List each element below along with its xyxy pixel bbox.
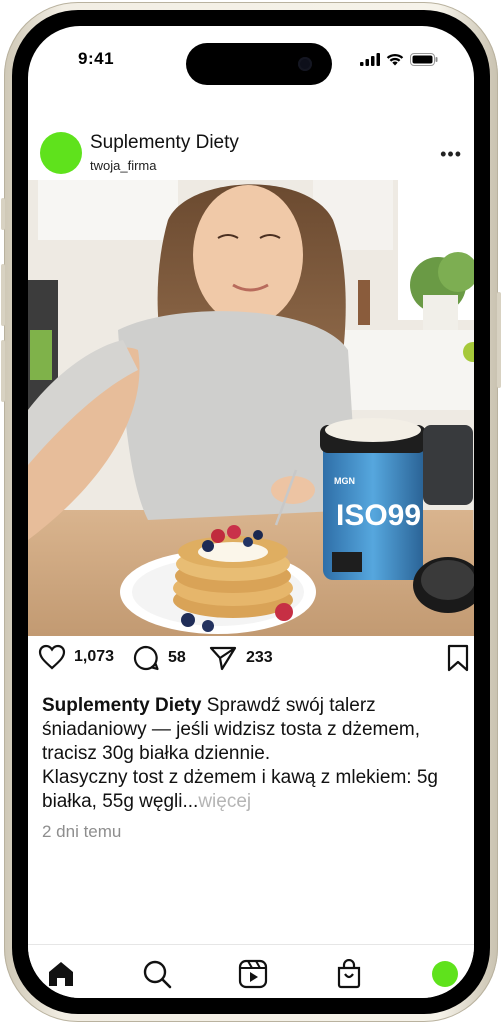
bookmark-icon [447, 644, 469, 672]
battery-icon [410, 53, 438, 66]
home-icon [49, 962, 73, 986]
post-actions: 1,073 58 233 [28, 644, 474, 680]
tab-reels[interactable] [236, 957, 270, 991]
caption-author[interactable]: Suplementy Diety [42, 695, 201, 716]
phone-frame: 9:41 Suplementy Diety twoja_firma ••• MG… [1, 2, 501, 1022]
send-icon [209, 646, 237, 671]
power-button [497, 292, 501, 388]
more-link[interactable]: więcej [198, 791, 251, 812]
dynamic-island [186, 43, 332, 85]
tab-bar [28, 944, 474, 998]
comment-icon [133, 645, 159, 671]
comment-action[interactable]: 58 [132, 644, 186, 672]
post-image[interactable]: MGN ISO99 [28, 180, 474, 636]
tab-home[interactable] [44, 957, 78, 991]
product-label-text: ISO99 [336, 499, 421, 532]
wifi-icon [386, 53, 404, 66]
more-horizontal-icon[interactable]: ••• [440, 144, 462, 165]
account-avatar[interactable] [40, 132, 82, 174]
screen: 9:41 Suplementy Diety twoja_firma ••• MG… [28, 26, 474, 998]
comment-count: 58 [168, 649, 186, 666]
post-caption: Suplementy Diety Sprawdź swój talerz śni… [42, 694, 474, 814]
heart-icon [38, 644, 66, 670]
action-button [1, 198, 5, 230]
post-timestamp: 2 dni temu [42, 822, 122, 841]
tab-shop[interactable] [332, 957, 366, 991]
save-action[interactable] [446, 644, 470, 672]
share-action[interactable]: 233 [208, 644, 273, 672]
volume-up-button [1, 264, 5, 326]
profile-avatar [432, 961, 458, 987]
bezel: 9:41 Suplementy Diety twoja_firma ••• MG… [12, 10, 490, 1014]
reels-icon [238, 959, 268, 989]
search-icon [143, 960, 172, 989]
volume-down-button [1, 340, 5, 402]
status-icons [360, 53, 438, 66]
account-handle[interactable]: twoja_firma [90, 158, 156, 173]
shop-icon [337, 959, 361, 989]
front-camera [298, 57, 312, 71]
post-photo-illustration: MGN ISO99 [28, 180, 474, 636]
like-count: 1,073 [74, 648, 115, 665]
like-action[interactable]: 1,073 [38, 644, 114, 670]
signal-icon [360, 53, 380, 66]
status-time: 9:41 [78, 49, 115, 68]
tab-profile[interactable] [428, 957, 462, 991]
post-header: Suplementy Diety twoja_firma ••• [28, 130, 474, 178]
product-brand-text: MGN [334, 476, 355, 486]
share-count: 233 [246, 649, 273, 666]
tab-search[interactable] [140, 957, 174, 991]
account-name[interactable]: Suplementy Diety [90, 132, 239, 154]
